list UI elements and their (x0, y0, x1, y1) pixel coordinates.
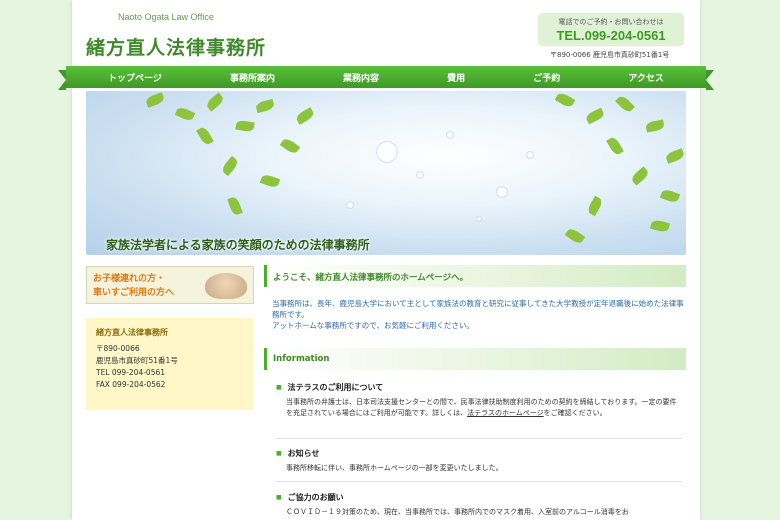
nav-item-top[interactable]: トップページ (108, 71, 162, 84)
leaf-decoration (196, 125, 214, 147)
brand-english-name: Naoto Ogata Law Office (118, 12, 214, 22)
leaf-decoration (204, 92, 226, 112)
divider (276, 438, 682, 439)
info-item: お知らせ 事務所移転に伴い、事務所ホームページの一部を変更いたしました。 (276, 448, 682, 474)
hero-caption: 家族法学者による家族の笑顔のための法律事務所 (106, 238, 370, 252)
office-name: 緒方直人法律事務所 (96, 328, 168, 337)
leaf-decoration (586, 195, 604, 217)
office-info-box: 緒方直人法律事務所 〒890-0066 鹿児島市真砂町51番1号 TEL 099… (86, 318, 254, 410)
divider (276, 481, 682, 482)
info-item-title: ご協力のお願い (276, 492, 682, 503)
leaf-decoration (650, 218, 670, 234)
nav-item-access[interactable]: アクセス (628, 71, 664, 84)
welcome-heading: ようこそ、緒方直人法律事務所のホームページへ。 (264, 265, 686, 287)
leaf-decoration (220, 155, 240, 177)
header-address: 〒890-0066 鹿児島市真砂町51番1号 (550, 51, 670, 59)
welcome-text: 当事務所は、長年、鹿児島大学において主として家族法の教育と研究に従事してきた大学… (272, 298, 687, 331)
leaf-decoration (659, 188, 681, 204)
contact-phone[interactable]: TEL.099-204-0561 (538, 28, 684, 43)
water-drop-decoration (476, 216, 482, 222)
information-heading: Information (264, 348, 686, 370)
leaf-decoration (235, 119, 255, 133)
welcome-paragraph-2: アットホームな事務所ですので、お気軽にご利用ください。 (272, 321, 474, 330)
info-item-title: 法テラスのご利用について (276, 382, 682, 393)
accessibility-banner[interactable]: お子様連れの方・ 車いすご利用の方へ (86, 266, 254, 304)
info-item-title: お知らせ (276, 448, 682, 459)
leaf-decoration (174, 105, 196, 123)
leaf-decoration (554, 91, 576, 109)
nav-item-office[interactable]: 事務所案内 (230, 71, 275, 84)
water-drop-decoration (496, 186, 508, 198)
info-item-text-tail: をご確認ください。 (543, 409, 607, 417)
leaf-decoration (629, 166, 651, 186)
welcome-paragraph-1: 当事務所は、長年、鹿児島大学において主として家族法の教育と研究に従事してきた大学… (272, 299, 684, 319)
water-drop-decoration (526, 151, 534, 159)
leaf-decoration (259, 173, 281, 189)
info-item: ご協力のお願い ＣＯＶＩＤ－１９対策のため、現在、当事務所では、事務所内でのマス… (276, 492, 682, 518)
water-drop-decoration (446, 131, 454, 139)
water-drop-decoration (416, 171, 424, 179)
leaf-decoration (227, 195, 243, 217)
contact-box: 電話でのご予約・お問い合わせは TEL.099-204-0561 (538, 13, 684, 46)
main-nav: トップページ 事務所案内 業務内容 費用 ご予約 アクセス (66, 66, 706, 88)
water-drop-decoration (346, 201, 354, 209)
info-item-body: ＣＯＶＩＤ－１９対策のため、現在、当事務所では、事務所内でのマスク着用、入室前の… (286, 508, 629, 516)
leaf-decoration (664, 148, 686, 164)
leaf-decoration (645, 119, 665, 133)
information-title: Information (273, 354, 330, 364)
leaf-decoration (294, 107, 316, 125)
hands-image (205, 273, 247, 299)
leaf-decoration (584, 107, 606, 125)
nav-ribbon-right (706, 70, 714, 90)
nav-ribbon-left (58, 70, 66, 90)
nav-item-reservation[interactable]: ご予約 (533, 71, 560, 84)
office-box-scalloped-edge (86, 404, 254, 412)
leaf-decoration (564, 226, 586, 246)
leaf-decoration (144, 92, 166, 108)
banner-line-2: 車いすご利用の方へ (93, 288, 175, 298)
info-item-body: 当事務所の弁護士は、日本司法支援センターとの間で、民事法律扶助制度利用のための契… (276, 397, 682, 419)
hero-image: 家族法学者による家族の笑顔のための法律事務所 (86, 91, 686, 255)
office-tel: TEL 099-204-0561 (96, 368, 166, 377)
office-fax: FAX 099-204-0562 (96, 380, 166, 389)
contact-label: 電話でのご予約・お問い合わせは (558, 18, 664, 26)
leaf-decoration (279, 136, 301, 156)
nav-item-services[interactable]: 業務内容 (343, 71, 379, 84)
office-postcode: 〒890-0066 (96, 344, 140, 353)
welcome-title: ようこそ、緒方直人法律事務所のホームページへ。 (273, 273, 469, 283)
banner-line-1: お子様連れの方・ (93, 274, 166, 284)
page-container: Naoto Ogata Law Office 緒方直人法律事務所 電話でのご予約… (58, 0, 714, 520)
leaf-decoration (606, 135, 624, 157)
info-item: 法テラスのご利用について 当事務所の弁護士は、日本司法支援センターとの間で、民事… (276, 382, 682, 419)
nav-item-fees[interactable]: 費用 (447, 71, 465, 84)
office-address: 鹿児島市真砂町51番1号 (96, 356, 178, 365)
site-logo-title[interactable]: 緒方直人法律事務所 (86, 33, 266, 60)
info-item-body: 事務所移転に伴い、事務所ホームページの一部を変更いたしました。 (286, 464, 503, 472)
leaf-decoration (255, 98, 275, 114)
leaf-decoration (615, 94, 635, 114)
water-drop-decoration (376, 141, 398, 163)
houterasu-link[interactable]: 法テラスのホームページ (467, 409, 544, 417)
